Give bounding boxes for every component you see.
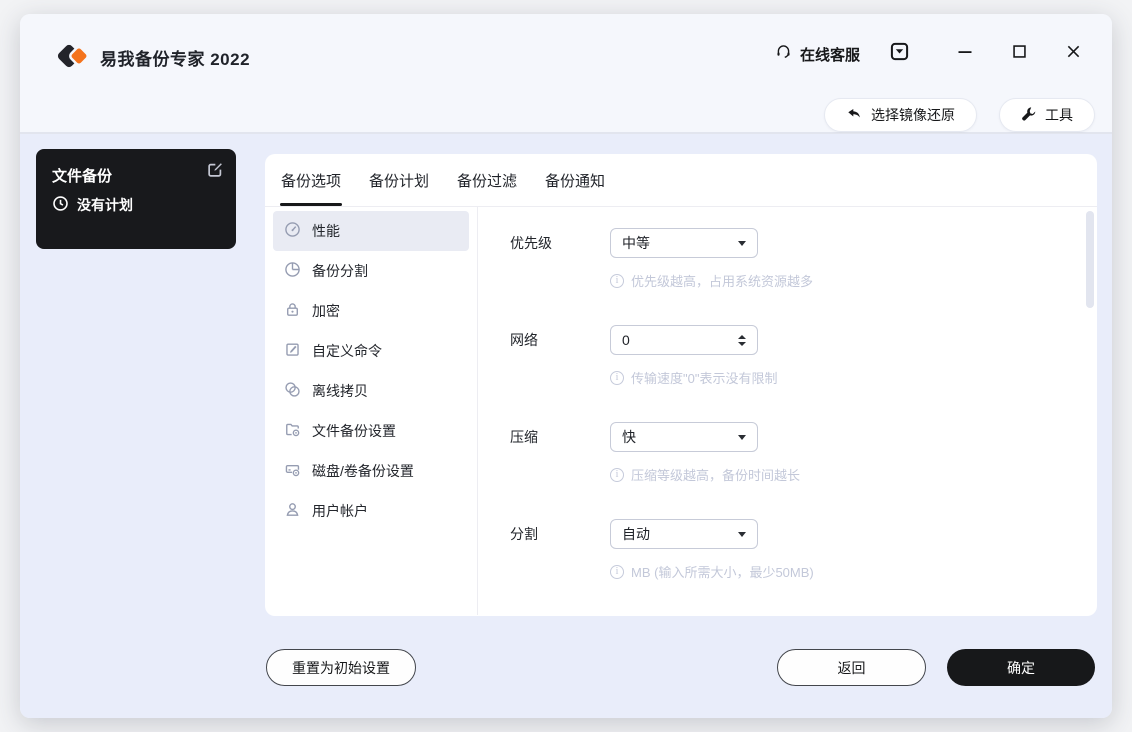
plan-status-label: 没有计划 bbox=[77, 197, 133, 213]
titlebar: 易我备份专家 2022 在线客服 选择镜像还原 工具 bbox=[20, 14, 1112, 133]
info-icon bbox=[610, 564, 624, 579]
plan-title: 文件备份 bbox=[52, 168, 113, 185]
sidebar-item-label: 离线拷贝 bbox=[312, 383, 368, 399]
compression-hint: 压缩等级越高，备份时间越长 bbox=[610, 465, 800, 484]
info-icon bbox=[610, 273, 624, 288]
headset-icon bbox=[775, 43, 792, 65]
tab-backup-options[interactable]: 备份选项 bbox=[280, 154, 343, 206]
select-image-restore-button[interactable]: 选择镜像还原 bbox=[824, 98, 977, 132]
network-spinner[interactable]: 0 bbox=[610, 325, 758, 355]
network-label: 网络 bbox=[510, 332, 538, 348]
app-window: 易我备份专家 2022 在线客服 选择镜像还原 工具 文件备份 没有计划 备份选… bbox=[20, 14, 1112, 718]
sidebar-item-label: 性能 bbox=[312, 223, 340, 239]
online-support-button[interactable]: 在线客服 bbox=[775, 43, 860, 65]
sidebar-item-label: 自定义命令 bbox=[312, 343, 382, 359]
main-area: 文件备份 没有计划 备份选项 备份计划 备份过滤 备份通知 性能 备份分割 加密… bbox=[20, 133, 1112, 718]
lock-icon bbox=[284, 301, 301, 321]
backup-options-panel: 备份选项 备份计划 备份过滤 备份通知 性能 备份分割 加密 自定义命令 离线拷… bbox=[265, 154, 1097, 616]
split-row: 分割 自动 MB (输入所需大小，最少50MB) bbox=[510, 519, 1097, 616]
caret-down-icon bbox=[738, 240, 746, 246]
tab-bar: 备份选项 备份计划 备份过滤 备份通知 bbox=[265, 154, 1097, 207]
sidebar-item-performance[interactable]: 性能 bbox=[273, 211, 469, 251]
sidebar-item-label: 加密 bbox=[312, 303, 340, 319]
app-logo-icon bbox=[56, 40, 90, 72]
priority-select-value: 中等 bbox=[622, 235, 650, 251]
minimize-to-tray-button[interactable] bbox=[886, 41, 912, 67]
network-row: 网络 0 传输速度"0"表示没有限制 bbox=[510, 325, 1097, 422]
edit-plan-button[interactable] bbox=[206, 161, 224, 179]
info-icon bbox=[610, 467, 624, 482]
tray-arrow-icon bbox=[890, 42, 909, 66]
split-select[interactable]: 自动 bbox=[610, 519, 758, 549]
spinner-arrows-icon bbox=[738, 334, 746, 346]
app-title: 易我备份专家 2022 bbox=[100, 50, 251, 69]
sidebar-item-encryption[interactable]: 加密 bbox=[273, 291, 469, 331]
split-label: 分割 bbox=[510, 526, 538, 542]
info-icon bbox=[610, 370, 624, 385]
plan-card: 文件备份 没有计划 bbox=[36, 149, 236, 249]
network-hint: 传输速度"0"表示没有限制 bbox=[610, 368, 777, 387]
scrollbar-thumb[interactable] bbox=[1086, 211, 1094, 308]
sidebar-item-label: 备份分割 bbox=[312, 263, 368, 279]
minimize-button[interactable] bbox=[952, 41, 978, 67]
tools-button[interactable]: 工具 bbox=[999, 98, 1095, 132]
pie-chart-icon bbox=[284, 261, 301, 281]
clock-icon bbox=[52, 195, 69, 215]
sidebar-item-custom-commands[interactable]: 自定义命令 bbox=[273, 331, 469, 371]
priority-row: 优先级 中等 优先级越高，占用系统资源越多 bbox=[510, 228, 1097, 325]
compression-row: 压缩 快 压缩等级越高，备份时间越长 bbox=[510, 422, 1097, 519]
reset-button[interactable]: 重置为初始设置 bbox=[266, 649, 416, 686]
maximize-icon bbox=[1012, 44, 1027, 64]
reply-arrow-icon bbox=[846, 106, 862, 125]
disk-gear-icon bbox=[284, 461, 301, 481]
network-spinner-value: 0 bbox=[622, 332, 630, 348]
options-sidebar: 性能 备份分割 加密 自定义命令 离线拷贝 文件备份设置 磁盘/卷备份设置 用户… bbox=[265, 207, 478, 615]
compression-select-value: 快 bbox=[622, 429, 636, 445]
sidebar-item-label: 用户帐户 bbox=[312, 503, 368, 519]
tab-backup-filter[interactable]: 备份过滤 bbox=[456, 154, 518, 206]
priority-label: 优先级 bbox=[510, 235, 552, 251]
priority-hint: 优先级越高，占用系统资源越多 bbox=[610, 271, 813, 290]
wrench-icon bbox=[1021, 106, 1036, 124]
sidebar-item-disk-backup-settings[interactable]: 磁盘/卷备份设置 bbox=[273, 451, 469, 491]
sidebar-item-file-backup-settings[interactable]: 文件备份设置 bbox=[273, 411, 469, 451]
back-button[interactable]: 返回 bbox=[777, 649, 926, 686]
confirm-button[interactable]: 确定 bbox=[947, 649, 1095, 686]
sidebar-item-label: 磁盘/卷备份设置 bbox=[312, 463, 414, 479]
close-button[interactable] bbox=[1060, 41, 1086, 67]
folder-gear-icon bbox=[284, 421, 301, 441]
user-icon bbox=[284, 501, 301, 521]
split-hint: MB (输入所需大小，最少50MB) bbox=[610, 562, 814, 581]
sidebar-item-user-account[interactable]: 用户帐户 bbox=[273, 491, 469, 531]
tab-backup-schedule[interactable]: 备份计划 bbox=[368, 154, 430, 206]
priority-select[interactable]: 中等 bbox=[610, 228, 758, 258]
maximize-button[interactable] bbox=[1006, 41, 1032, 67]
select-image-restore-label: 选择镜像还原 bbox=[871, 107, 955, 123]
close-icon bbox=[1066, 44, 1081, 64]
gauge-icon bbox=[284, 221, 301, 241]
compression-select[interactable]: 快 bbox=[610, 422, 758, 452]
edit-icon bbox=[206, 163, 224, 183]
minimize-icon bbox=[957, 44, 973, 65]
sidebar-item-label: 文件备份设置 bbox=[312, 423, 396, 439]
online-support-label: 在线客服 bbox=[799, 46, 860, 64]
discs-icon bbox=[284, 381, 301, 401]
edit-square-icon bbox=[284, 341, 301, 361]
sidebar-item-offline-copy[interactable]: 离线拷贝 bbox=[273, 371, 469, 411]
tab-backup-notification[interactable]: 备份通知 bbox=[544, 154, 606, 206]
split-select-value: 自动 bbox=[622, 526, 650, 542]
sidebar-item-backup-split[interactable]: 备份分割 bbox=[273, 251, 469, 291]
caret-down-icon bbox=[738, 434, 746, 440]
tools-label: 工具 bbox=[1045, 107, 1073, 123]
options-form: 优先级 中等 优先级越高，占用系统资源越多 bbox=[478, 207, 1097, 615]
caret-down-icon bbox=[738, 531, 746, 537]
compression-label: 压缩 bbox=[510, 429, 538, 445]
